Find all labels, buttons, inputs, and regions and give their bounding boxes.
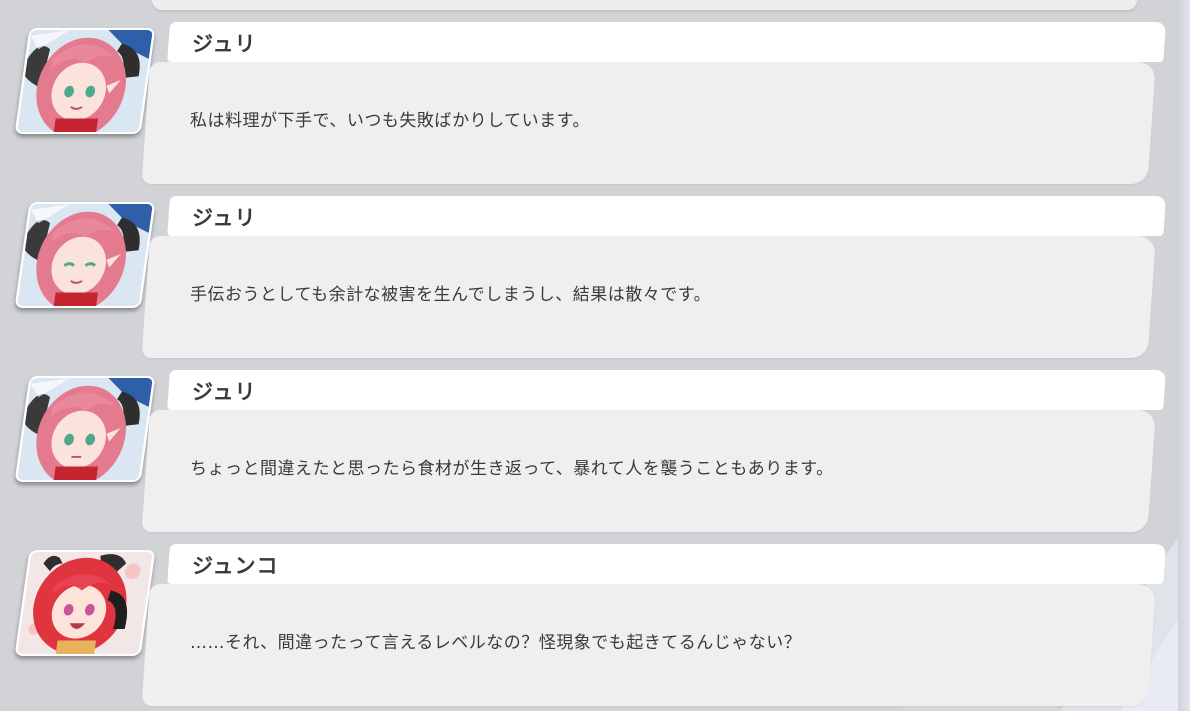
speaker-name-bar [167,544,1166,584]
log-entry: ジュリ 私は料理が下手で、いつも失敗ばかりしています。 [0,22,1180,188]
message-text: ……それ、間違ったって言えるレベルなの？怪現象でも起きてるんじゃない？ [190,633,802,653]
message-text: 手伝おうとしても余計な被害を生んでしまうし、結果は散々です。 [190,285,712,305]
dialogue-log-list[interactable]: ジュリ 私は料理が下手で、いつも失敗ばかりしています。 ジュリ 手伝おうとしても… [0,0,1180,711]
log-entry: ジュンコ ……それ、間違ったって言えるレベルなの？怪現象でも起きてるんじゃない？ [0,544,1180,710]
juri-avatar [14,202,156,308]
log-entry: ジュリ 手伝おうとしても余計な被害を生んでしまうし、結果は散々です。 [0,196,1180,362]
bubble-tail [150,74,164,98]
juri-avatar [14,376,156,482]
juri-portrait-icon [17,378,153,480]
speaker-name: ジュンコ [192,554,279,578]
speaker-name: ジュリ [192,32,257,56]
juri-portrait-icon [17,204,153,306]
speaker-name-bar [167,22,1166,62]
speaker-name-bar [167,370,1166,410]
speaker-name-bar [167,196,1166,236]
message-text: ちょっと間違えたと思ったら食材が生き返って、暴れて人を襲うこともあります。 [190,459,834,479]
junko-avatar [14,550,156,656]
bubble-tail [150,596,164,620]
juri-avatar [14,28,156,134]
log-entry: ジュリ ちょっと間違えたと思ったら食材が生き返って、暴れて人を襲うこともあります… [0,370,1180,536]
previous-entry-edge [152,0,1137,10]
junko-portrait-icon [17,552,153,654]
message-text: 私は料理が下手で、いつも失敗ばかりしています。 [190,111,590,131]
juri-portrait-icon [17,30,153,132]
bubble-tail [150,248,164,272]
speaker-name: ジュリ [192,380,257,404]
speaker-name: ジュリ [192,206,257,230]
bubble-tail [150,422,164,446]
